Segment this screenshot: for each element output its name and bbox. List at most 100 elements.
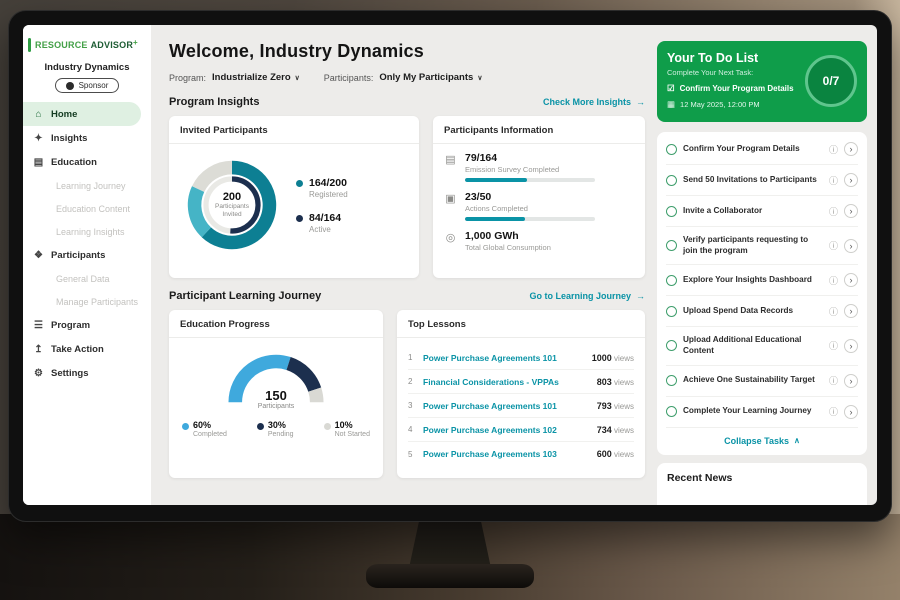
todo-progress-ring: 0/7 xyxy=(805,55,857,107)
todo-next-task[interactable]: ☑ Confirm Your Program Details xyxy=(667,83,797,94)
chevron-right-icon[interactable]: › xyxy=(844,304,858,318)
legend-dot xyxy=(257,423,264,430)
sidebar-item[interactable]: Learning Journey xyxy=(23,174,151,197)
sidebar-item[interactable]: Learning Insights xyxy=(23,220,151,243)
task-label: Verify participants requesting to join t… xyxy=(683,235,823,256)
card-title: Education Progress xyxy=(180,319,372,330)
todo-due-label: 12 May 2025, 12:00 PM xyxy=(680,100,760,109)
info-icon[interactable]: ⓘ xyxy=(829,405,838,418)
go-to-learning-journey-label: Go to Learning Journey xyxy=(529,291,631,301)
lesson-views-count: 734 xyxy=(597,425,612,435)
sidebar-item[interactable]: ✦ Insights xyxy=(23,126,151,150)
sidebar-item-icon: ✦ xyxy=(33,133,44,144)
task-checkbox[interactable] xyxy=(666,206,677,217)
card-title: Participants Information xyxy=(444,125,634,136)
card-title: Top Lessons xyxy=(408,319,634,330)
info-icon[interactable]: ⓘ xyxy=(829,374,838,387)
lesson-views-label: views xyxy=(614,378,634,387)
task-checkbox[interactable] xyxy=(666,406,677,417)
chevron-down-icon: ∨ xyxy=(477,74,482,82)
education-gauge-chart: 150 Participants xyxy=(212,346,340,410)
task-row[interactable]: Achieve One Sustainability Target ⓘ › xyxy=(666,366,858,397)
task-checkbox[interactable] xyxy=(666,275,677,286)
sidebar-item[interactable]: General Data xyxy=(23,267,151,290)
chevron-right-glyph: › xyxy=(850,376,853,386)
invited-participants-card: Invited Participants 200 Participants In… xyxy=(169,116,419,278)
lesson-link[interactable]: Financial Considerations - VPPAs xyxy=(423,377,590,387)
program-filter-dropdown[interactable]: Industrialize Zero ∨ xyxy=(212,72,300,83)
task-checkbox[interactable] xyxy=(666,340,677,351)
sidebar-item-label: General Data xyxy=(56,274,110,284)
participants-filter-dropdown[interactable]: Only My Participants ∨ xyxy=(379,72,482,83)
sidebar-item-icon: ☰ xyxy=(33,320,44,331)
task-row[interactable]: Confirm Your Program Details ⓘ › xyxy=(666,134,858,165)
info-icon[interactable]: ⓘ xyxy=(829,239,838,252)
chevron-up-icon: ∧ xyxy=(794,436,800,445)
sidebar-item[interactable]: ☰ Program xyxy=(23,313,151,337)
info-icon[interactable]: ⓘ xyxy=(829,305,838,318)
sidebar-item[interactable]: Manage Participants xyxy=(23,290,151,313)
logo-text-secondary: ADVISOR xyxy=(91,40,133,50)
task-row[interactable]: Complete Your Learning Journey ⓘ › xyxy=(666,397,858,428)
collapse-tasks-link[interactable]: Collapse Tasks ∧ xyxy=(666,428,858,451)
sidebar-item-icon: ⌂ xyxy=(33,109,44,120)
chevron-right-icon[interactable]: › xyxy=(844,273,858,287)
info-icon[interactable]: ⓘ xyxy=(829,339,838,352)
progress-bar xyxy=(465,217,595,221)
gauge-center: 150 Participants xyxy=(212,388,340,410)
lesson-link[interactable]: Power Purchase Agreements 101 xyxy=(423,401,590,411)
info-icon[interactable]: ⓘ xyxy=(829,174,838,187)
sidebar-item[interactable]: ▤ Education xyxy=(23,150,151,174)
sidebar-item[interactable]: Education Content xyxy=(23,197,151,220)
task-row[interactable]: Verify participants requesting to join t… xyxy=(666,227,858,265)
task-checkbox[interactable] xyxy=(666,144,677,155)
task-row[interactable]: Explore Your Insights Dashboard ⓘ › xyxy=(666,265,858,296)
lesson-views: 803 views xyxy=(597,377,634,387)
info-icon[interactable]: ⓘ xyxy=(829,205,838,218)
lesson-row: 2 Financial Considerations - VPPAs 803 v… xyxy=(408,370,634,394)
chevron-right-icon[interactable]: › xyxy=(844,142,858,156)
lesson-link[interactable]: Power Purchase Agreements 103 xyxy=(423,449,590,459)
info-icon[interactable]: ⓘ xyxy=(829,274,838,287)
check-more-insights-label: Check More Insights xyxy=(543,97,631,107)
sidebar-item[interactable]: ❖ Participants xyxy=(23,243,151,267)
metric-row: ▣ 23/50 Actions Completed xyxy=(444,191,634,221)
sidebar-item[interactable]: ↥ Take Action xyxy=(23,337,151,361)
task-row[interactable]: Send 50 Invitations to Participants ⓘ › xyxy=(666,165,858,196)
recent-news-card: Recent News xyxy=(657,463,867,505)
info-icon[interactable]: ⓘ xyxy=(829,143,838,156)
chevron-right-glyph: › xyxy=(850,241,853,251)
task-checkbox[interactable] xyxy=(666,375,677,386)
chevron-right-icon[interactable]: › xyxy=(844,339,858,353)
lesson-link[interactable]: Power Purchase Agreements 102 xyxy=(423,425,590,435)
divider xyxy=(397,337,645,338)
chevron-right-icon[interactable]: › xyxy=(844,239,858,253)
sidebar: RESOURCE ADVISOR + Industry Dynamics Spo… xyxy=(23,25,151,505)
gauge-legend: 60% Completed 30% Pending xyxy=(180,412,372,438)
lesson-link[interactable]: Power Purchase Agreements 101 xyxy=(423,353,585,363)
sidebar-nav: ⌂ Home ✦ Insights ▤ Education xyxy=(23,102,151,385)
participants-information-card: Participants Information ▤ 79/164 Emissi… xyxy=(433,116,645,278)
chevron-right-icon[interactable]: › xyxy=(844,173,858,187)
sponsor-badge[interactable]: Sponsor xyxy=(55,78,120,93)
lesson-rank: 4 xyxy=(408,425,416,434)
legend-dot xyxy=(296,180,303,187)
sidebar-item[interactable]: ⌂ Home xyxy=(23,102,141,126)
chevron-right-icon[interactable]: › xyxy=(844,204,858,218)
task-checkbox[interactable] xyxy=(666,240,677,251)
task-checkbox[interactable] xyxy=(666,306,677,317)
chevron-right-icon[interactable]: › xyxy=(844,405,858,419)
chevron-right-icon[interactable]: › xyxy=(844,374,858,388)
legend-dot xyxy=(296,215,303,222)
task-row[interactable]: Upload Additional Educational Content ⓘ … xyxy=(666,327,858,365)
metric-row: ◎ 1,000 GWh Total Global Consumption xyxy=(444,230,634,256)
go-to-learning-journey-link[interactable]: Go to Learning Journey → xyxy=(529,291,645,301)
metric-value: 1,000 GWh xyxy=(465,230,551,242)
task-row[interactable]: Upload Spend Data Records ⓘ › xyxy=(666,296,858,327)
lesson-views-label: views xyxy=(614,402,634,411)
task-checkbox[interactable] xyxy=(666,175,677,186)
app-logo: RESOURCE ADVISOR + xyxy=(23,35,151,57)
task-row[interactable]: Invite a Collaborator ⓘ › xyxy=(666,196,858,227)
check-more-insights-link[interactable]: Check More Insights → xyxy=(543,97,645,107)
sidebar-item[interactable]: ⚙ Settings xyxy=(23,361,151,385)
